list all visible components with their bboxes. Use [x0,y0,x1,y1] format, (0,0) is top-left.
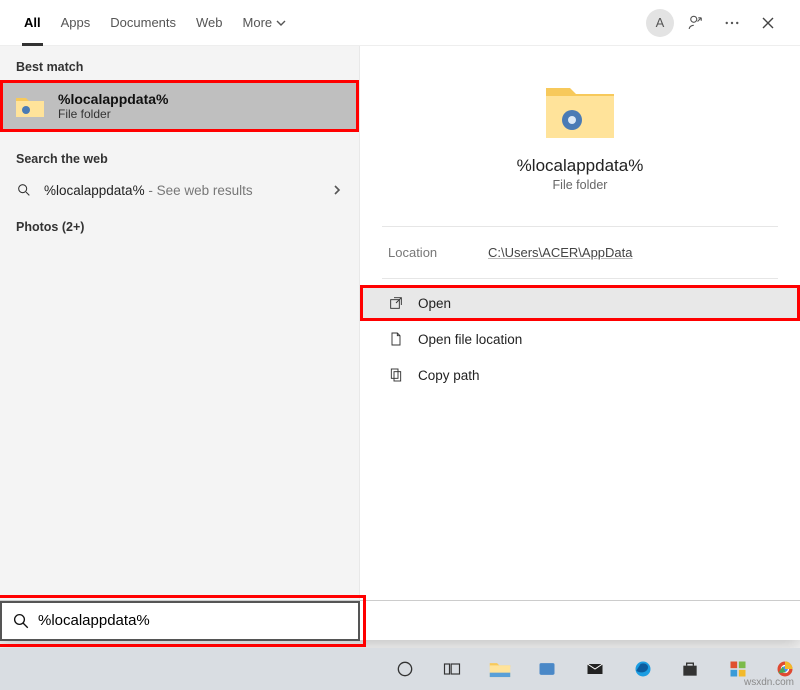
account-button[interactable]: A [642,5,678,41]
action-open-location-label: Open file location [418,332,522,347]
action-copy-path-label: Copy path [418,368,480,383]
tab-more[interactable]: More [233,0,297,46]
tab-more-label: More [243,15,273,30]
ellipsis-icon [723,14,741,32]
action-open-label: Open [418,296,451,311]
circle-icon [395,659,415,679]
preview-title: %localappdata% [517,156,644,176]
action-copy-path[interactable]: Copy path [360,357,800,393]
copy-icon [388,367,404,383]
search-footer [0,600,800,640]
chevron-down-icon [276,18,286,28]
action-open[interactable]: Open [360,285,800,321]
best-match-result[interactable]: %localappdata% File folder [0,80,359,132]
tab-apps[interactable]: Apps [51,0,101,46]
action-open-file-location[interactable]: Open file location [360,321,800,357]
open-icon [388,295,404,311]
feedback-button[interactable] [678,5,714,41]
search-box[interactable] [0,601,360,641]
tab-web[interactable]: Web [186,0,233,46]
search-icon [16,182,32,198]
taskbar-app-1[interactable] [533,654,563,684]
preview-pane: %localappdata% File folder Location C:\U… [360,46,800,600]
scope-tabs: All Apps Documents Web More A [0,0,800,46]
best-match-heading: Best match [0,52,359,80]
divider [382,278,778,279]
preview-subtitle: File folder [553,178,608,192]
results-pane: Best match %localappdata% File folder Se… [0,46,360,600]
open-location-icon [388,331,404,347]
best-match-title: %localappdata% [58,91,168,107]
web-result-query: %localappdata% [44,183,145,198]
taskbar-edge[interactable] [628,654,658,684]
tab-documents[interactable]: Documents [100,0,186,46]
taskbar-cortana[interactable] [390,654,420,684]
edge-icon [633,659,653,679]
folder-icon [14,90,46,122]
close-icon [761,16,775,30]
chrome-icon [775,659,795,679]
file-explorer-icon [489,659,511,679]
task-view-icon [442,659,462,679]
taskbar-mail[interactable] [580,654,610,684]
search-icon [12,612,30,630]
taskbar-taskview[interactable] [438,654,468,684]
more-options-button[interactable] [714,5,750,41]
web-result[interactable]: %localappdata% - See web results [0,172,359,208]
folder-large-icon [540,74,620,144]
tab-all[interactable]: All [14,0,51,46]
taskbar [0,648,800,690]
web-result-hint: - See web results [145,183,253,198]
avatar: A [646,9,674,37]
best-match-subtitle: File folder [58,107,168,121]
taskbar-explorer[interactable] [485,654,515,684]
chevron-right-icon [331,184,343,196]
store-icon [680,659,700,679]
app-grid-icon [728,659,748,679]
app-icon [537,659,557,679]
mail-icon [585,659,605,679]
location-label: Location [388,245,488,260]
taskbar-store[interactable] [675,654,705,684]
search-input[interactable] [38,612,348,629]
search-web-heading: Search the web [0,144,359,172]
feedback-icon [687,14,705,32]
close-button[interactable] [750,5,786,41]
location-value[interactable]: C:\Users\ACER\AppData [488,245,633,260]
photos-heading[interactable]: Photos (2+) [0,208,359,246]
watermark: wsxdn.com [744,677,794,688]
